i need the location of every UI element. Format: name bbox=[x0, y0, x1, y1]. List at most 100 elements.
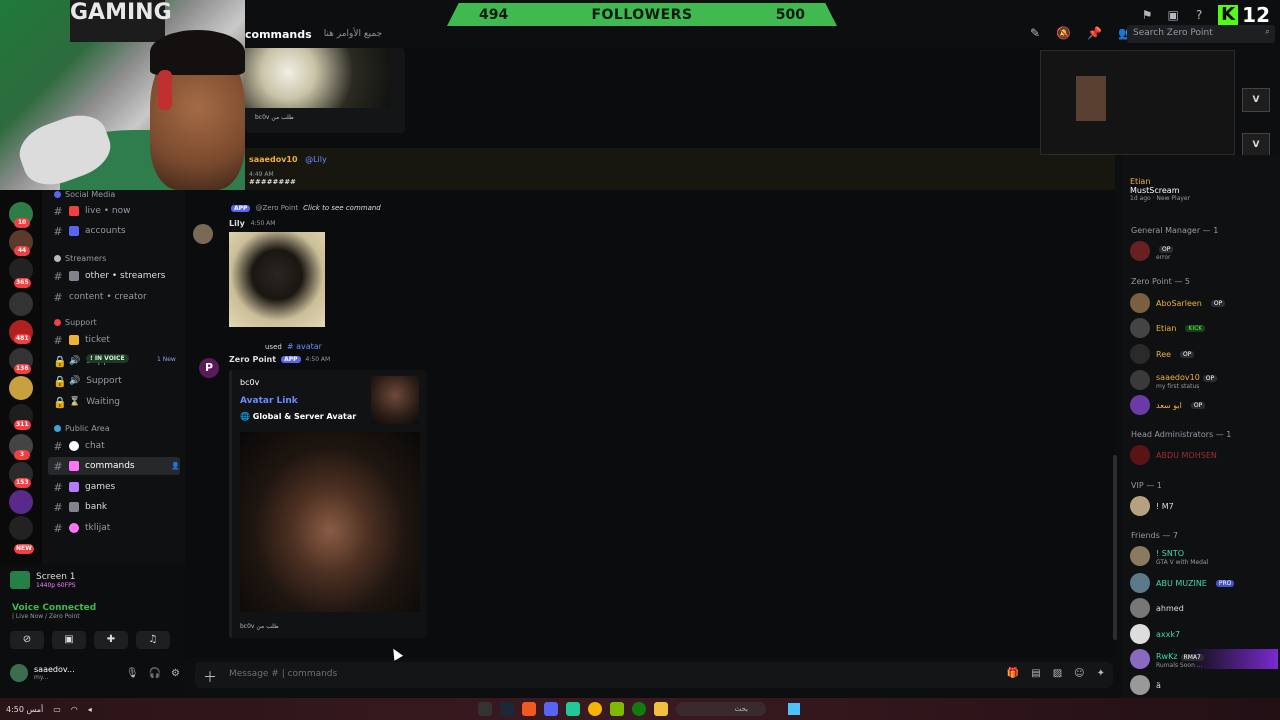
in-voice-badge[interactable]: ! IN VOICE bbox=[86, 354, 129, 363]
message-author[interactable]: Zero Point bbox=[229, 355, 276, 364]
windows-start-icon[interactable] bbox=[788, 703, 800, 715]
pin-icon[interactable]: 📌 bbox=[1087, 26, 1102, 40]
soundboard-icon[interactable]: ♫ bbox=[136, 631, 170, 649]
gift-icon[interactable]: 🎁 bbox=[1007, 668, 1019, 679]
taskbar-search[interactable]: بحث bbox=[676, 702, 766, 716]
member[interactable]: ABU MUZINE PRO bbox=[1130, 573, 1278, 593]
server-icon[interactable] bbox=[9, 516, 33, 540]
channel-tklijat[interactable]: # tklijat bbox=[48, 519, 180, 537]
server-icon[interactable] bbox=[9, 376, 33, 400]
member[interactable]: Ree OP bbox=[1130, 344, 1278, 364]
channel-live-now[interactable]: # live • now bbox=[48, 202, 180, 220]
member-name: ä bbox=[1156, 680, 1161, 690]
discord-icon[interactable] bbox=[544, 702, 558, 716]
channel-waiting[interactable]: 🔒 ⌛ Waiting bbox=[48, 393, 180, 411]
embed-thumbnail[interactable] bbox=[371, 376, 419, 424]
member[interactable]: ! SNTO GTA V with Medal bbox=[1130, 546, 1278, 566]
chat-icon[interactable]: ▭ bbox=[53, 705, 61, 714]
member[interactable]: RwKz RMA7 Rumals Soon ... bbox=[1130, 649, 1278, 669]
app-icon[interactable] bbox=[566, 702, 580, 716]
channel-accounts[interactable]: # accounts bbox=[48, 222, 180, 240]
gif-icon[interactable]: ▤ bbox=[1031, 668, 1040, 679]
mention-message[interactable]: saaedov10 @Lily 4:49 AM ######## bbox=[185, 148, 1115, 190]
help-icon[interactable]: ? bbox=[1192, 8, 1206, 22]
channel-commands[interactable]: # commands 👤 bbox=[48, 457, 180, 475]
sticker-icon[interactable]: ▨ bbox=[1053, 668, 1062, 679]
new-messages-tag[interactable]: 1 New bbox=[157, 356, 176, 363]
camera-off-icon[interactable]: ⊘ bbox=[10, 631, 44, 649]
member[interactable]: ABDU MOHSEN bbox=[1130, 445, 1278, 465]
gear-icon[interactable]: ⚙ bbox=[171, 668, 180, 679]
member[interactable]: ! M7 bbox=[1130, 496, 1278, 516]
channel-ticket[interactable]: # ticket bbox=[48, 331, 180, 349]
embed-avatar-image[interactable] bbox=[240, 432, 420, 612]
channel-bank[interactable]: # bank bbox=[48, 498, 180, 516]
screen-share-button[interactable]: ▣ bbox=[52, 631, 86, 649]
channel-content-creator[interactable]: # content • creator bbox=[48, 288, 180, 306]
embed-author[interactable]: bc0v bbox=[240, 378, 259, 387]
command-link[interactable]: # avatar bbox=[287, 342, 322, 351]
voice-connected[interactable]: Voice Connected | Live Now / Zero Point bbox=[12, 603, 96, 620]
channel-title: commands bbox=[245, 27, 312, 41]
clock[interactable]: أمس 4:50 bbox=[6, 705, 43, 714]
category-streamers[interactable]: Streamers bbox=[54, 254, 106, 263]
settings-app-icon[interactable] bbox=[478, 702, 492, 716]
wifi-icon[interactable]: ◠ bbox=[71, 705, 78, 714]
attach-plus-icon[interactable]: ＋ bbox=[203, 667, 217, 687]
notification-bell-icon[interactable]: 🔕 bbox=[1056, 26, 1071, 40]
member[interactable]: OP error bbox=[1130, 241, 1278, 261]
xbox-icon[interactable] bbox=[632, 702, 646, 716]
member[interactable]: ابو سعد OP bbox=[1130, 395, 1278, 415]
chrome-icon[interactable] bbox=[588, 702, 602, 716]
embed-title[interactable]: Avatar Link bbox=[240, 396, 298, 406]
store-icon[interactable] bbox=[610, 702, 624, 716]
microphone-icon[interactable]: 🎙 bbox=[126, 668, 139, 679]
brave-icon[interactable] bbox=[522, 702, 536, 716]
avatar[interactable]: P bbox=[199, 358, 219, 378]
member[interactable]: ä bbox=[1130, 675, 1278, 695]
message-author[interactable]: saaedov10 bbox=[249, 155, 298, 164]
member[interactable]: Etian KICK bbox=[1130, 318, 1278, 338]
channel-other-streamers[interactable]: # other • streamers bbox=[48, 267, 180, 285]
flag-icon[interactable]: ⚑ bbox=[1140, 8, 1154, 22]
category-dot bbox=[54, 255, 61, 262]
gta-icon[interactable]: V bbox=[1242, 88, 1270, 112]
member[interactable]: saaedov10 OP my first status bbox=[1130, 370, 1278, 390]
member[interactable]: AboSarleen OP bbox=[1130, 293, 1278, 313]
emoji-icon[interactable]: ☺ bbox=[1074, 668, 1084, 679]
server-icon[interactable] bbox=[9, 490, 33, 514]
flowers-image[interactable] bbox=[245, 48, 390, 108]
member[interactable]: ahmed bbox=[1130, 598, 1278, 618]
stream-preview[interactable] bbox=[1040, 50, 1235, 155]
gta-icon[interactable]: V bbox=[1242, 133, 1270, 157]
category-support[interactable]: Support bbox=[54, 318, 97, 327]
headphones-icon[interactable]: 🎧 bbox=[149, 668, 161, 679]
category-social-media[interactable]: Social Media bbox=[54, 190, 115, 199]
activities-icon[interactable]: ✚ bbox=[94, 631, 128, 649]
reply-preview[interactable]: APP @Zero Point Click to see command bbox=[231, 204, 381, 212]
category-public-area[interactable]: Public Area bbox=[54, 424, 110, 433]
avatar[interactable] bbox=[193, 224, 213, 244]
screen-icon[interactable]: ▣ bbox=[1166, 8, 1180, 22]
channel-games[interactable]: # games bbox=[48, 478, 180, 496]
file-explorer-icon[interactable] bbox=[654, 702, 668, 716]
steam-icon[interactable] bbox=[500, 702, 514, 716]
server-badge: 136 bbox=[14, 364, 31, 374]
threads-icon[interactable]: ✎ bbox=[1030, 26, 1040, 40]
add-member-icon[interactable]: 👤 bbox=[171, 462, 180, 470]
kitten-gif[interactable] bbox=[229, 232, 325, 327]
current-user[interactable]: saaedov... my... 🎙 🎧 ⚙ bbox=[10, 661, 180, 685]
screen-share-status[interactable]: Screen 1 1440p 60FPS bbox=[10, 569, 180, 591]
mention-target[interactable]: @Lily bbox=[305, 155, 327, 164]
chat-scrollbar[interactable] bbox=[1113, 455, 1117, 640]
server-icon[interactable] bbox=[9, 292, 33, 316]
message-author[interactable]: Lily bbox=[229, 219, 245, 228]
message-input[interactable]: ＋ Message # | commands 🎁 ▤ ▨ ☺ ✦ bbox=[195, 662, 1113, 688]
member[interactable]: axxk7 bbox=[1130, 624, 1278, 644]
apps-icon[interactable]: ✦ bbox=[1097, 668, 1105, 679]
avatar bbox=[1130, 395, 1150, 415]
member-etian-activity[interactable]: Etian MustScream 1d ago · New Player bbox=[1130, 177, 1278, 211]
channel-support-2[interactable]: 🔒 🔊 Support bbox=[48, 372, 180, 390]
volume-icon[interactable]: ◂ bbox=[88, 705, 92, 714]
channel-chat[interactable]: # chat bbox=[48, 437, 180, 455]
